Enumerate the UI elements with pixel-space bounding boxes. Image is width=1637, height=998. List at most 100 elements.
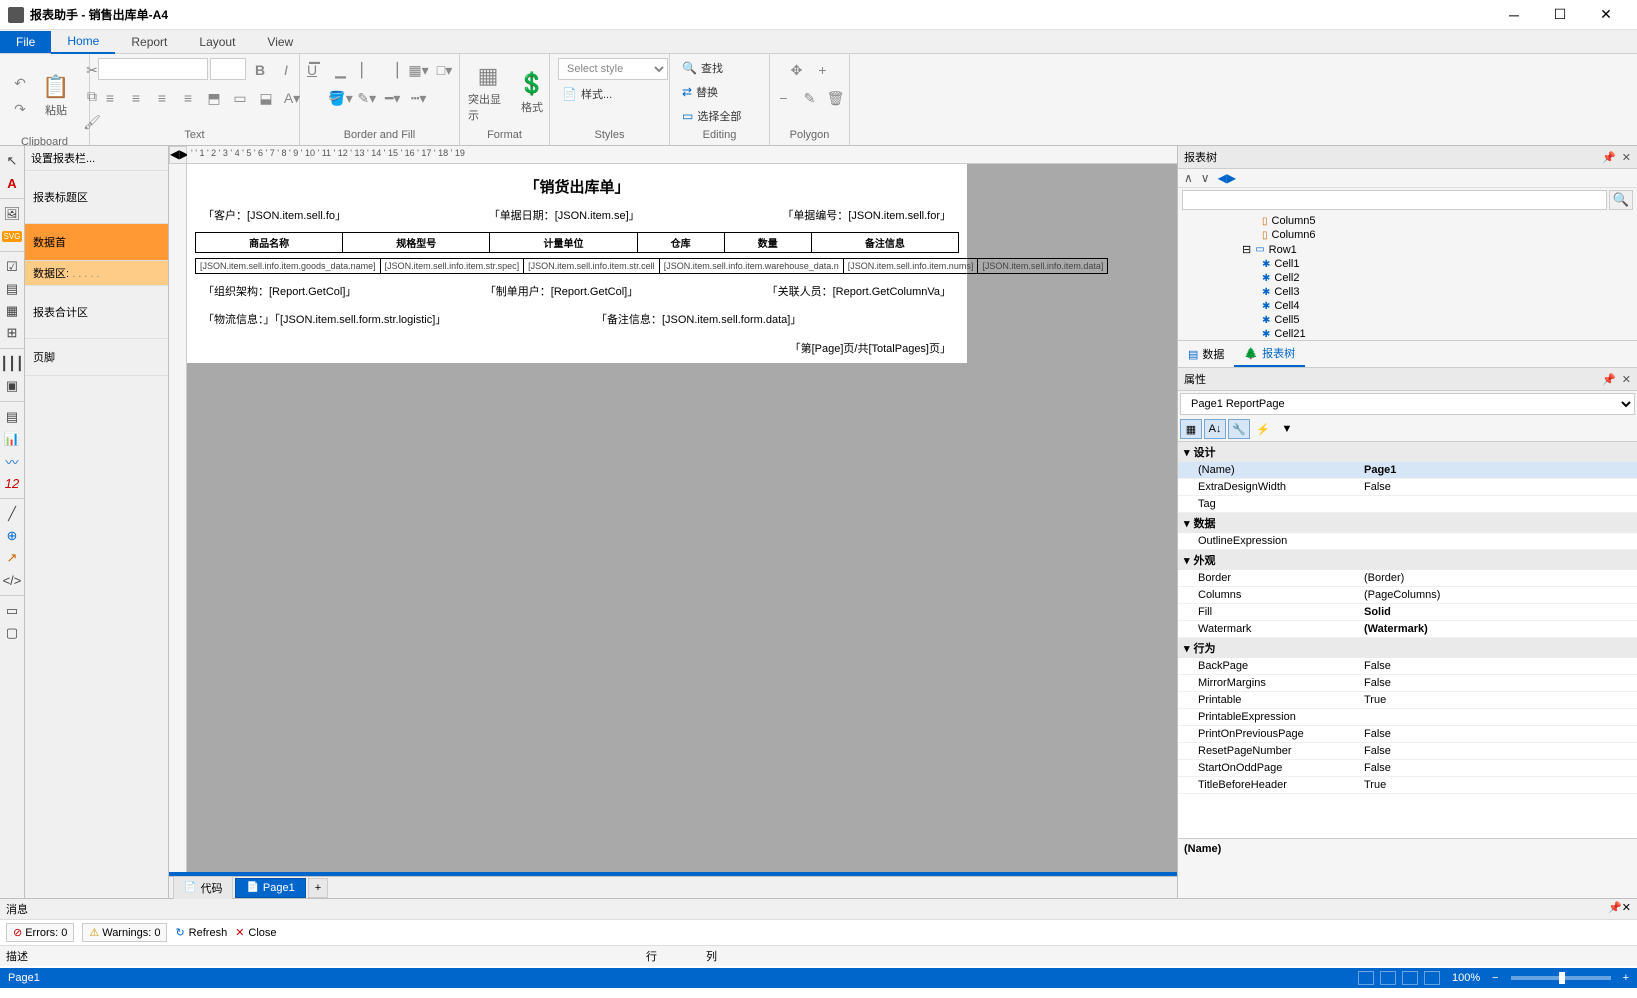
band-data-header[interactable]: 数据首 (25, 224, 168, 261)
redo-button[interactable]: ↷ (8, 97, 32, 121)
highlight-button[interactable]: ▦突出显示 (468, 63, 508, 123)
selectall-button[interactable]: ▭选择全部 (678, 106, 745, 126)
props-alphabetical-button[interactable]: A↓ (1204, 419, 1226, 439)
tab-code[interactable]: 📄代码 (173, 876, 233, 900)
tab-page1[interactable]: 📄Page1 (235, 878, 305, 898)
subreport-tool[interactable]: ▭ (0, 600, 24, 622)
props-categorized-button[interactable]: ▦ (1180, 419, 1202, 439)
prop-startodd[interactable]: StartOnOddPage (1178, 760, 1358, 776)
style-select[interactable]: Select style (558, 58, 668, 80)
tree-cell2[interactable]: Cell2 (1274, 272, 1299, 284)
cellular-tool[interactable]: ▤ (0, 406, 24, 428)
horizontal-ruler[interactable]: ' ' 1 ' 2 ' 3 ' 4 ' 5 ' 6 ' 7 ' 8 ' 9 ' … (187, 146, 1177, 164)
band-data[interactable]: 数据区: . . . . . (25, 261, 168, 286)
view-mode-4-button[interactable] (1424, 971, 1440, 985)
align-left-button[interactable]: ≡ (98, 86, 122, 110)
prop-extradesignwidth[interactable]: ExtraDesignWidth (1178, 479, 1358, 495)
zoom-slider[interactable] (1511, 976, 1611, 980)
align-center-button[interactable]: ≡ (124, 86, 148, 110)
report-data-table[interactable]: [JSON.item.sell.info.item.goods_data.nam… (195, 258, 1108, 274)
border-none-button[interactable]: □▾ (433, 58, 457, 82)
menu-home[interactable]: Home (51, 30, 115, 54)
prop-titlebefore[interactable]: TitleBeforeHeader (1178, 777, 1358, 793)
band-page-footer[interactable]: 页脚 (25, 339, 168, 376)
line-width-button[interactable]: ━▾ (381, 86, 405, 110)
prop-tag[interactable]: Tag (1178, 496, 1358, 512)
warnings-button[interactable]: ⚠Warnings: 0 (82, 923, 167, 942)
poly-remove-button[interactable]: − (772, 86, 796, 110)
props-filter-button[interactable]: ▼ (1276, 419, 1298, 439)
poly-edit-button[interactable]: ✎ (798, 86, 822, 110)
checkbox-tool[interactable]: ☑ (0, 256, 24, 278)
styles-button[interactable]: 📄样式... (558, 84, 616, 104)
sparkline-tool[interactable]: 〰 (0, 450, 24, 472)
report-header-table[interactable]: 商品名称 规格型号 计量单位 仓库 数量 备注信息 (195, 232, 959, 253)
td-warehouse[interactable]: [JSON.item.sell.info.item.warehouse_data… (659, 259, 843, 274)
th-warehouse[interactable]: 仓库 (637, 233, 724, 253)
html-tool[interactable]: </> (0, 569, 24, 591)
menu-file[interactable]: File (0, 31, 51, 53)
line-tool[interactable]: ╱ (0, 503, 24, 525)
field-date[interactable]: 「单据日期：[JSON.item.se]」 (489, 207, 640, 223)
image-tool[interactable]: 🖼 (0, 203, 24, 225)
td-remark[interactable]: [JSON.item.sell.info.item.data] (978, 259, 1108, 274)
valign-bottom-button[interactable]: ⬓ (254, 86, 278, 110)
th-unit[interactable]: 计量单位 (490, 233, 637, 253)
prop-printexpr[interactable]: PrintableExpression (1178, 709, 1358, 725)
field-maker[interactable]: 「制单用户：[Report.GetCol]」 (485, 283, 638, 299)
props-pin-icon[interactable]: 📌 (1602, 373, 1616, 386)
prop-outline[interactable]: OutlineExpression (1178, 533, 1358, 549)
bold-button[interactable]: B (248, 58, 272, 82)
expand-icon[interactable]: ▾ (1184, 642, 1190, 655)
prop-border[interactable]: Border (1178, 570, 1358, 586)
props-actions-button[interactable]: ⚡ (1252, 419, 1274, 439)
tab-add[interactable]: + (308, 878, 328, 898)
panel-tab-tree[interactable]: 🌲报表树 (1234, 341, 1305, 367)
poly-delete-button[interactable]: 🗑 (824, 86, 848, 110)
td-name[interactable]: [JSON.item.sell.info.item.goods_data.nam… (196, 259, 381, 274)
td-unit[interactable]: [JSON.item.sell.info.item.str.cell (524, 259, 660, 274)
italic-button[interactable]: I (274, 58, 298, 82)
prop-name[interactable]: (Name) (1178, 462, 1358, 478)
matrix-tool[interactable]: ⊞ (0, 322, 24, 344)
font-size-input[interactable] (210, 58, 246, 80)
poly-add-button[interactable]: + (811, 58, 835, 82)
tree-cell1[interactable]: Cell1 (1274, 258, 1299, 270)
richtext-tool[interactable]: ▤ (0, 278, 24, 300)
zoom-in-button[interactable]: + (1623, 972, 1629, 984)
svg-tool[interactable]: SVG (0, 225, 24, 247)
tree-search-input[interactable] (1182, 190, 1607, 210)
align-justify-button[interactable]: ≡ (176, 86, 200, 110)
maximize-button[interactable]: ☐ (1537, 0, 1583, 30)
border-bottom-button[interactable]: ▁ (329, 58, 353, 82)
messages-close-icon[interactable]: ✕ (1622, 902, 1631, 914)
menu-view[interactable]: View (251, 31, 309, 53)
prop-backpage[interactable]: BackPage (1178, 658, 1358, 674)
close-button[interactable]: ✕ (1583, 0, 1629, 30)
td-qty[interactable]: [JSON.item.sell.info.item.nums] (843, 259, 978, 274)
align-right-button[interactable]: ≡ (150, 86, 174, 110)
field-logistic[interactable]: 「物流信息：」「[JSON.item.sell.form.str.logisti… (203, 311, 446, 327)
menu-report[interactable]: Report (115, 31, 183, 53)
line-style-button[interactable]: ┅▾ (407, 86, 431, 110)
th-qty[interactable]: 数量 (724, 233, 811, 253)
prop-watermark[interactable]: Watermark (1178, 621, 1358, 637)
qrcode-tool[interactable]: ▣ (0, 375, 24, 397)
tree-cell3[interactable]: Cell3 (1274, 286, 1299, 298)
refresh-button[interactable]: ↻Refresh (175, 926, 227, 939)
poly-move-button[interactable]: ✥ (785, 58, 809, 82)
tree-column6[interactable]: Column6 (1272, 229, 1316, 241)
view-mode-2-button[interactable] (1380, 971, 1396, 985)
tree-up-icon[interactable]: ∧ (1184, 171, 1193, 185)
field-pager[interactable]: 「第[Page]页/共[TotalPages]页」 (195, 338, 959, 358)
report-title[interactable]: 销货出库单 (539, 179, 614, 196)
barcode-tool[interactable]: ┃┃┃ (0, 353, 24, 375)
band-report-title[interactable]: 报表标题区 (25, 171, 168, 224)
expand-icon[interactable]: ▾ (1184, 446, 1190, 459)
bands-header[interactable]: 设置报表栏... (25, 146, 168, 171)
border-right-button[interactable]: ▕ (381, 58, 405, 82)
field-org[interactable]: 「组织架构：[Report.GetCol]」 (203, 283, 356, 299)
paste-button[interactable]: 📋粘贴 (36, 66, 76, 126)
shape-tool[interactable]: ⊕ (0, 525, 24, 547)
prop-printprev[interactable]: PrintOnPreviousPage (1178, 726, 1358, 742)
